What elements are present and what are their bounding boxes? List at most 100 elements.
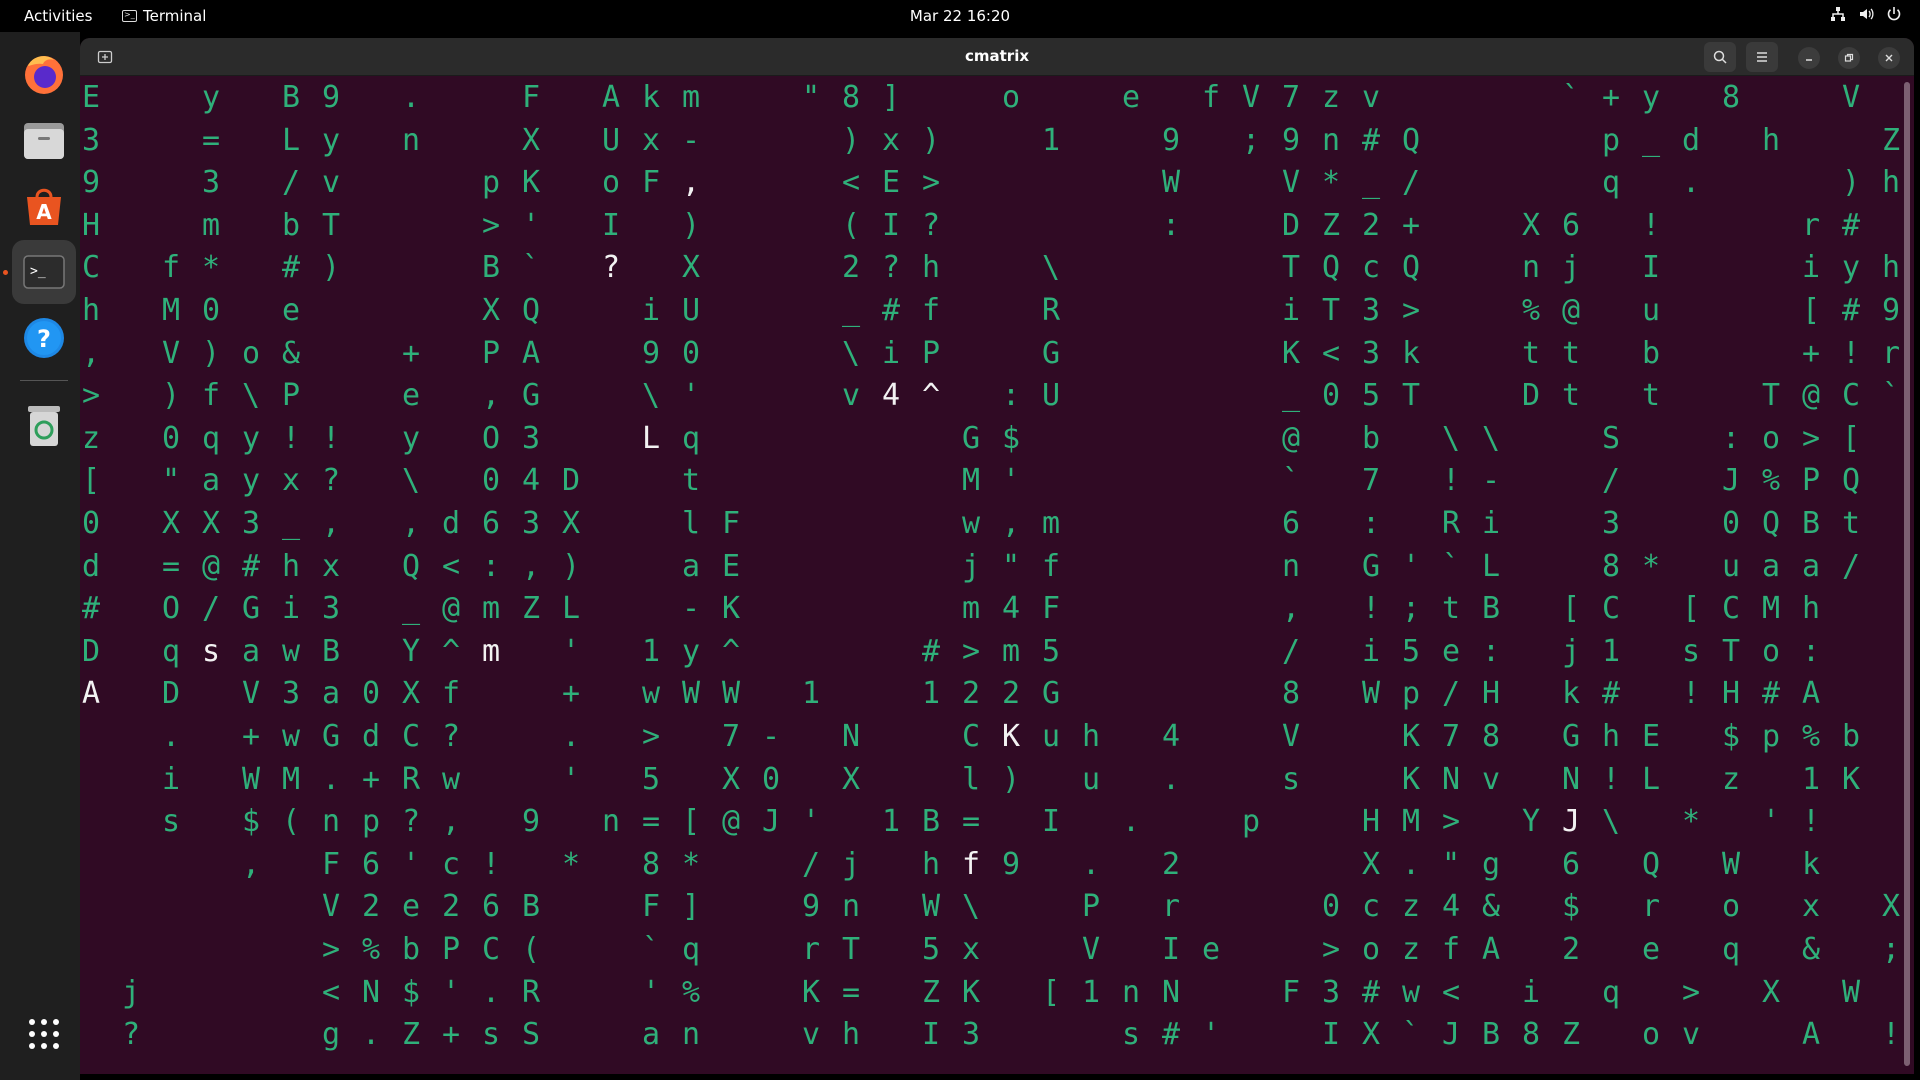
matrix-char: ' — [682, 378, 701, 414]
show-apps-icon[interactable] — [12, 1002, 76, 1066]
matrix-char: Z — [402, 1017, 421, 1053]
matrix-char: f — [1202, 80, 1221, 115]
matrix-char: = — [842, 974, 861, 1010]
matrix-char: i — [1522, 974, 1541, 1010]
minimize-button[interactable] — [1798, 47, 1820, 69]
terminal-output[interactable]: Ey B 9. F Ak m " 8] o e f V 7 z v ` + y 8 V 3 = Ly n X Ux -) x) 1 9; 9… — [80, 76, 1914, 1074]
matrix-char: * — [202, 250, 221, 286]
matrix-char: 3 — [242, 506, 261, 541]
matrix-char: i — [1362, 633, 1381, 669]
matrix-char: # — [1842, 207, 1861, 243]
matrix-char: D — [82, 633, 101, 669]
scrollbar[interactable] — [1904, 82, 1910, 1066]
matrix-char: ; — [1402, 591, 1421, 627]
matrix-char: i — [1482, 506, 1501, 541]
activities-button[interactable]: Activities — [24, 7, 92, 25]
matrix-char: f — [162, 250, 181, 286]
new-tab-button[interactable] — [92, 44, 118, 70]
matrix-char: # — [1842, 293, 1861, 328]
search-button[interactable] — [1704, 42, 1736, 72]
matrix-char: 9 — [1882, 293, 1901, 328]
matrix-char: G — [522, 378, 541, 414]
matrix-char: N — [1162, 974, 1181, 1010]
matrix-char: C — [1602, 591, 1621, 627]
matrix-char: v — [802, 1017, 821, 1053]
matrix-char: 3 — [82, 122, 101, 158]
matrix-char: O — [482, 420, 501, 456]
matrix-char: # — [282, 250, 301, 286]
matrix-char: ! — [1602, 761, 1621, 797]
matrix-char: + — [1602, 80, 1621, 115]
matrix-char: _ — [842, 293, 861, 328]
matrix-char: * — [1682, 804, 1701, 840]
matrix-char: $ — [402, 974, 421, 1010]
matrix-char: z — [1322, 80, 1341, 115]
matrix-char: 0 — [682, 335, 701, 371]
matrix-char: V — [1282, 165, 1301, 201]
matrix-char: ' — [1402, 548, 1421, 584]
matrix-char: ` — [642, 932, 661, 967]
matrix-char: ! — [282, 420, 301, 456]
matrix-char: ' — [442, 974, 461, 1010]
matrix-char: # — [1602, 676, 1621, 712]
matrix-char: ' — [402, 846, 421, 882]
files-icon[interactable] — [12, 108, 76, 172]
matrix-char: 0 — [162, 420, 181, 456]
matrix-char: % — [1762, 463, 1781, 499]
matrix-char: V — [1242, 80, 1261, 115]
matrix-char: . — [1082, 846, 1101, 882]
matrix-char: y — [242, 420, 261, 456]
matrix-char: H — [1362, 804, 1381, 840]
matrix-char: B — [1482, 1017, 1501, 1053]
matrix-char: G — [1362, 548, 1381, 584]
dock-separator — [20, 380, 68, 381]
matrix-char: 6 — [1282, 506, 1301, 541]
matrix-char: T — [322, 207, 341, 243]
matrix-char: n — [402, 122, 421, 158]
matrix-char: 3 — [1362, 293, 1381, 328]
matrix-char: h — [282, 548, 301, 584]
matrix-char: ) — [162, 378, 181, 414]
matrix-char: " — [1002, 548, 1021, 584]
matrix-char: h — [842, 1017, 861, 1053]
restore-button[interactable] — [1838, 47, 1860, 69]
matrix-char: 2 — [1162, 846, 1181, 882]
matrix-char: " — [162, 463, 181, 499]
matrix-char: W — [1842, 974, 1861, 1010]
matrix-char: ( — [842, 207, 861, 243]
matrix-char: % — [362, 932, 381, 967]
matrix-char: ! — [1682, 676, 1701, 712]
matrix-char: Q — [1762, 506, 1781, 541]
matrix-char: B — [482, 250, 501, 286]
matrix-char: 1 — [642, 633, 661, 669]
matrix-char: a — [682, 548, 701, 584]
app-menu[interactable]: >_ Terminal — [122, 7, 206, 25]
matrix-char: * — [562, 846, 581, 882]
trash-icon[interactable] — [12, 394, 76, 458]
matrix-char: 4 — [1002, 591, 1021, 627]
svg-text:>_: >_ — [30, 264, 46, 279]
terminal-icon[interactable]: >_ — [12, 240, 76, 304]
matrix-char: ) — [922, 122, 941, 158]
matrix-char: B — [922, 804, 941, 840]
matrix-char: h — [82, 293, 101, 328]
matrix-char: Z — [1882, 122, 1901, 158]
matrix-char: b — [1842, 719, 1861, 754]
clock[interactable]: Mar 22 16:20 — [910, 7, 1010, 25]
matrix-char: w — [1402, 974, 1421, 1010]
matrix-char: y — [322, 122, 341, 158]
matrix-char: I — [1642, 250, 1661, 286]
system-tray[interactable] — [1830, 6, 1902, 22]
matrix-char: X — [482, 293, 501, 328]
matrix-char: @ — [442, 591, 461, 627]
app-center-icon[interactable]: A — [12, 174, 76, 238]
close-button[interactable] — [1878, 47, 1900, 69]
firefox-icon[interactable] — [12, 42, 76, 106]
matrix-char: ; — [1882, 932, 1901, 967]
matrix-char: s — [1682, 633, 1701, 669]
help-icon[interactable]: ? — [12, 306, 76, 370]
matrix-char: X — [1522, 207, 1541, 243]
matrix-char: m — [1002, 633, 1021, 669]
menu-button[interactable] — [1746, 42, 1778, 72]
matrix-char: n — [1322, 122, 1341, 158]
